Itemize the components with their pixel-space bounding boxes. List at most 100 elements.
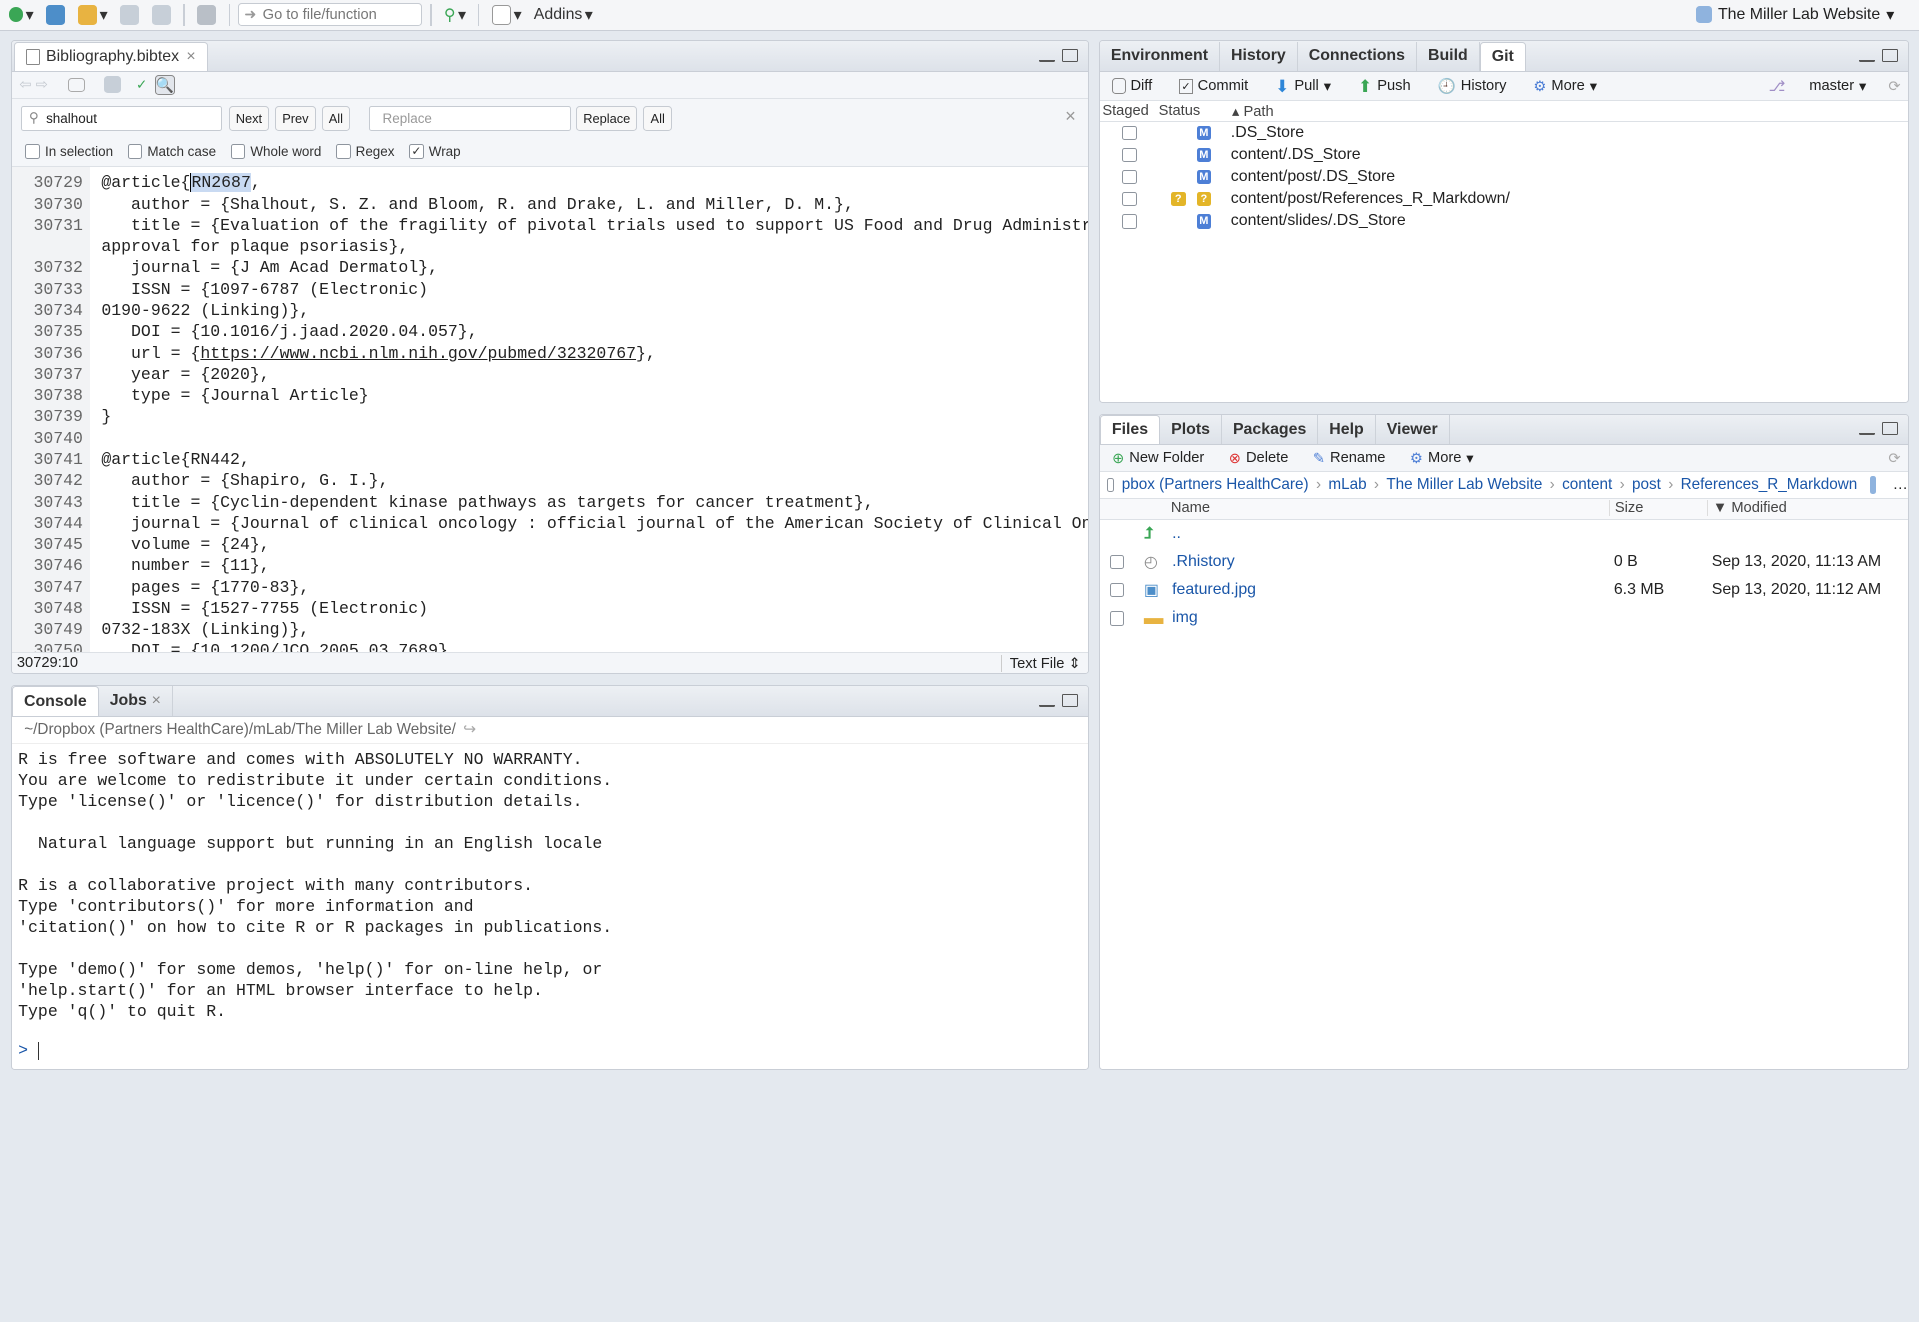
save-icon[interactable]: [104, 76, 122, 94]
new-file-button[interactable]: ▾: [5, 3, 37, 27]
back-arrow-icon[interactable]: ⇦ ⇨: [19, 76, 48, 93]
diff-button[interactable]: Diff: [1107, 78, 1157, 94]
push-button[interactable]: ⬆ Push: [1353, 76, 1415, 97]
regex-checkbox[interactable]: Regex: [336, 144, 395, 159]
replace-all-button[interactable]: All: [643, 106, 672, 131]
url-link[interactable]: https://www.ncbi.nlm.nih.gov/pubmed/3232…: [200, 344, 636, 363]
file-checkbox[interactable]: [1109, 610, 1125, 626]
tab-history[interactable]: History: [1220, 41, 1298, 71]
minimize-icon[interactable]: [1859, 431, 1875, 436]
column-path[interactable]: ▴ Path: [1232, 103, 1274, 120]
more-menu[interactable]: ⚙ More ▾: [1405, 450, 1479, 467]
breadcrumb-item[interactable]: pbox (Partners HealthCare): [1122, 476, 1309, 494]
refresh-icon[interactable]: ⟳: [1888, 450, 1900, 467]
more-menu[interactable]: ⚙ More ▾: [1528, 78, 1602, 95]
file-row[interactable]: ◴ .Rhistory 0 B Sep 13, 2020, 11:13 AM: [1100, 548, 1908, 576]
console-output[interactable]: R is free software and comes with ABSOLU…: [12, 744, 1088, 1023]
tab-files[interactable]: Files: [1099, 414, 1161, 445]
file-checkbox[interactable]: [1109, 582, 1125, 598]
workspace-panes-button[interactable]: ▾: [488, 3, 525, 27]
refresh-icon[interactable]: ⟳: [1888, 78, 1900, 95]
file-name[interactable]: img: [1172, 609, 1198, 627]
close-icon[interactable]: ×: [152, 692, 161, 710]
select-all-checkbox[interactable]: [1107, 477, 1115, 493]
delete-button[interactable]: ⊗ Delete: [1224, 450, 1293, 467]
whole-word-checkbox[interactable]: Whole word: [230, 144, 321, 159]
find-next-button[interactable]: Next: [228, 106, 270, 131]
file-type-selector[interactable]: Text File ⇕: [1001, 654, 1081, 672]
git-file-row[interactable]: ?? content/post/References_R_Markdown/: [1100, 188, 1908, 210]
staged-checkbox[interactable]: [1121, 191, 1137, 207]
tab-help[interactable]: Help: [1318, 414, 1376, 445]
minimize-icon[interactable]: [1039, 702, 1056, 708]
tab-environment[interactable]: Environment: [1100, 41, 1220, 71]
tab-packages[interactable]: Packages: [1222, 414, 1319, 445]
minimize-icon[interactable]: [1859, 57, 1875, 63]
tab-git[interactable]: Git: [1479, 41, 1526, 71]
console-prompt[interactable]: >: [18, 1041, 39, 1060]
breadcrumb-item[interactable]: References_R_Markdown: [1681, 476, 1858, 494]
tab-viewer[interactable]: Viewer: [1376, 414, 1450, 445]
column-status[interactable]: Status: [1159, 103, 1201, 119]
history-button[interactable]: 🕘 History: [1433, 77, 1512, 95]
file-row[interactable]: ▣ featured.jpg 6.3 MB Sep 13, 2020, 11:12 A…: [1100, 576, 1908, 604]
spellcheck-icon[interactable]: ✓: [136, 77, 147, 93]
show-in-window-icon[interactable]: [67, 77, 85, 93]
tab-connections[interactable]: Connections: [1298, 41, 1417, 71]
new-project-button[interactable]: [42, 3, 69, 27]
column-staged[interactable]: Staged: [1102, 103, 1149, 119]
file-row[interactable]: ▬ img: [1100, 604, 1908, 632]
tab-console[interactable]: Console: [12, 686, 99, 716]
tab-jobs[interactable]: Jobs ×: [99, 686, 173, 716]
file-checkbox[interactable]: [1109, 554, 1125, 570]
wrap-checkbox[interactable]: ✓ Wrap: [409, 144, 461, 159]
find-prev-button[interactable]: Prev: [275, 106, 316, 131]
save-button[interactable]: [116, 3, 143, 27]
goto-directory-icon[interactable]: ↪: [463, 720, 476, 739]
file-name[interactable]: .Rhistory: [1172, 553, 1235, 571]
column-name[interactable]: Name: [1171, 500, 1210, 516]
maximize-icon[interactable]: [1062, 48, 1079, 63]
staged-checkbox[interactable]: [1121, 125, 1137, 141]
staged-checkbox[interactable]: [1121, 213, 1137, 229]
minimize-icon[interactable]: [1039, 57, 1056, 63]
project-menu[interactable]: The Miller Lab Website ▾: [1695, 5, 1894, 25]
code-editor[interactable]: 30729 @article{RN2687, 30730 author = {Sha…: [12, 167, 1088, 654]
match-case-checkbox[interactable]: Match case: [127, 144, 216, 159]
replace-input[interactable]: Replace: [369, 106, 572, 131]
find-all-button[interactable]: All: [321, 106, 351, 131]
addins-menu[interactable]: Addins ▾: [530, 3, 596, 27]
git-file-row[interactable]: M .DS_Store: [1100, 122, 1908, 144]
commit-button[interactable]: ✓ Commit: [1174, 78, 1253, 94]
new-folder-button[interactable]: ⊕ New Folder: [1107, 450, 1209, 467]
column-modified[interactable]: ▼ Modified: [1706, 500, 1787, 517]
pull-button[interactable]: ⬇ Pull ▾: [1270, 76, 1336, 97]
close-find-icon[interactable]: ×: [1065, 105, 1076, 127]
breadcrumb-item[interactable]: mLab: [1328, 476, 1366, 494]
search-icon[interactable]: 🔍: [154, 74, 176, 96]
goto-file-input[interactable]: ➜ Go to file/function: [238, 3, 422, 27]
git-file-row[interactable]: Mcontent/slides/.DS_Store: [1100, 210, 1908, 232]
search-input[interactable]: ⚲ shalhout: [20, 106, 223, 131]
tab-build[interactable]: Build: [1417, 41, 1480, 71]
tab-bibliography[interactable]: Bibliography.bibtex ×: [14, 41, 208, 71]
breadcrumb-item[interactable]: content: [1562, 476, 1612, 494]
git-file-row[interactable]: Mcontent/post/.DS_Store: [1100, 166, 1908, 188]
branch-selector[interactable]: master ▾: [1804, 78, 1871, 95]
project-icon[interactable]: [1869, 476, 1876, 494]
rename-button[interactable]: ✎ Rename: [1308, 450, 1390, 467]
file-name[interactable]: ..: [1172, 525, 1181, 543]
replace-button[interactable]: Replace: [576, 106, 638, 131]
open-file-button[interactable]: ▾: [74, 3, 111, 27]
staged-checkbox[interactable]: [1121, 169, 1137, 185]
tab-plots[interactable]: Plots: [1160, 414, 1222, 445]
git-file-row[interactable]: Mcontent/.DS_Store: [1100, 144, 1908, 166]
print-button[interactable]: [193, 3, 220, 27]
column-size[interactable]: Size: [1608, 500, 1643, 517]
breadcrumb-item[interactable]: post: [1632, 476, 1661, 494]
file-row[interactable]: ⮥..: [1100, 520, 1908, 548]
in-selection-checkbox[interactable]: In selection: [25, 144, 113, 159]
maximize-icon[interactable]: [1062, 693, 1079, 708]
maximize-icon[interactable]: [1882, 48, 1899, 63]
breadcrumb-item[interactable]: The Miller Lab Website: [1386, 476, 1542, 494]
